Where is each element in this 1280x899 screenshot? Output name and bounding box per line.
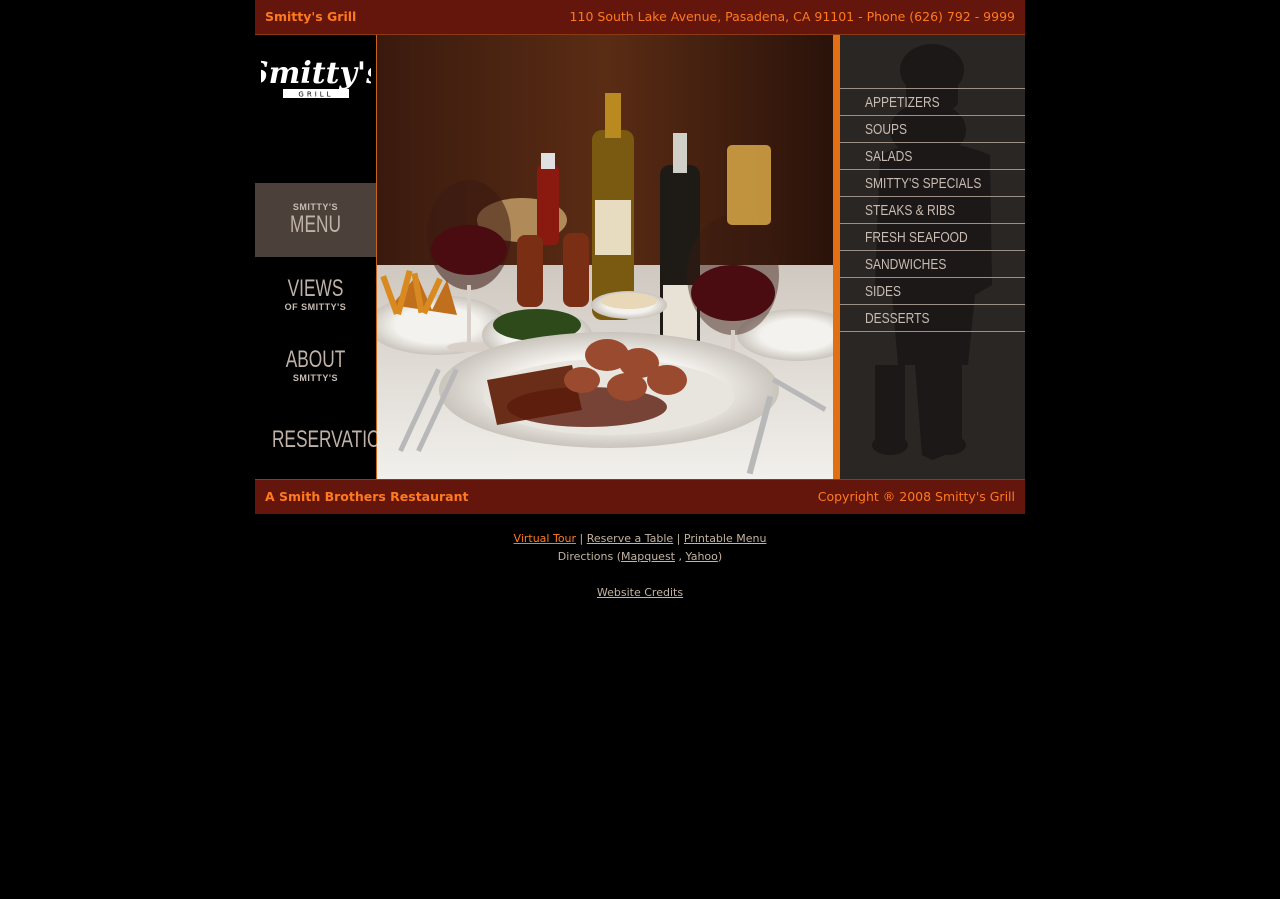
smittys-logo[interactable]: Smitty's GRILL xyxy=(261,45,371,105)
menu-item-label: SALADS xyxy=(865,148,913,165)
menu-item-soups[interactable]: SOUPS xyxy=(840,116,1025,143)
menu-item-label: STEAKS & RIBS xyxy=(865,202,956,219)
directions-row: Directions (Mapquest , Yahoo) xyxy=(0,548,1280,566)
menu-category-list: APPETIZERS SOUPS SALADS SMITTY'S SPECIAL… xyxy=(840,88,1025,332)
menu-item-appetizers[interactable]: APPETIZERS xyxy=(840,89,1025,116)
menu-item-fresh-seafood[interactable]: FRESH SEAFOOD xyxy=(840,224,1025,251)
left-nav: Smitty's GRILL SMITTY'S MENU VIEWS OF SM… xyxy=(255,35,405,479)
menu-item-smittys-specials[interactable]: SMITTY'S SPECIALS xyxy=(840,170,1025,197)
nav-views-big: VIEWS xyxy=(287,275,344,302)
mapquest-link[interactable]: Mapquest xyxy=(621,550,675,563)
logo-sub: GRILL xyxy=(298,91,333,99)
header-bar: Smitty's Grill 110 South Lake Avenue, Pa… xyxy=(255,0,1025,35)
directions-close: ) xyxy=(717,550,723,563)
footer-spacer xyxy=(0,566,1280,584)
restaurant-name: Smitty's Grill xyxy=(265,9,357,24)
food-photo xyxy=(377,35,833,479)
menu-item-steaks-ribs[interactable]: STEAKS & RIBS xyxy=(840,197,1025,224)
menu-item-label: SOUPS xyxy=(865,121,908,138)
menu-panel: APPETIZERS SOUPS SALADS SMITTY'S SPECIAL… xyxy=(840,35,1025,479)
menu-item-desserts[interactable]: DESSERTS xyxy=(840,305,1025,332)
menu-item-label: SANDWICHES xyxy=(865,256,947,273)
nav-reservations-button[interactable]: RESERVATIONS xyxy=(255,405,405,479)
nav-reservations-big: RESERVATIONS xyxy=(271,426,405,453)
address-phone: 110 South Lake Avenue, Pasadena, CA 9110… xyxy=(569,9,1015,24)
menu-item-label: DESSERTS xyxy=(865,310,930,327)
logo-script: Smitty's xyxy=(261,56,371,91)
nav-views-small: OF SMITTY'S xyxy=(284,302,347,312)
footer-bar: A Smith Brothers Restaurant Copyright ® … xyxy=(255,479,1025,514)
nav-about-button[interactable]: ABOUT SMITTY'S xyxy=(255,331,376,405)
nav-menu-big: MENU xyxy=(290,211,341,238)
menu-item-label: FRESH SEAFOOD xyxy=(865,229,968,246)
link-separator: | xyxy=(676,532,681,545)
menu-item-label: SMITTY'S SPECIALS xyxy=(865,175,982,192)
footer-links: Virtual Tour | Reserve a Table | Printab… xyxy=(0,530,1280,602)
main-area: Smitty's GRILL SMITTY'S MENU VIEWS OF SM… xyxy=(255,35,1025,479)
credits-row: Website Credits xyxy=(0,584,1280,602)
link-separator: | xyxy=(579,532,584,545)
website-credits-link[interactable]: Website Credits xyxy=(597,586,683,599)
yahoo-link[interactable]: Yahoo xyxy=(686,550,718,563)
menu-item-salads[interactable]: SALADS xyxy=(840,143,1025,170)
reserve-table-link[interactable]: Reserve a Table xyxy=(587,532,673,545)
nav-about-big: ABOUT xyxy=(285,346,346,373)
copyright: Copyright ® 2008 Smitty's Grill xyxy=(817,489,1015,504)
directions-comma: , xyxy=(678,550,683,563)
footer-tagline: A Smith Brothers Restaurant xyxy=(265,489,469,504)
menu-item-sides[interactable]: SIDES xyxy=(840,278,1025,305)
nav-about-small: SMITTY'S xyxy=(292,373,339,383)
directions-label: Directions ( xyxy=(557,550,622,563)
menu-item-label: APPETIZERS xyxy=(865,94,940,111)
printable-menu-link[interactable]: Printable Menu xyxy=(684,532,767,545)
menu-item-sandwiches[interactable]: SANDWICHES xyxy=(840,251,1025,278)
nav-menu-button[interactable]: SMITTY'S MENU xyxy=(255,183,376,257)
menu-item-label: SIDES xyxy=(865,283,902,300)
footer-links-row: Virtual Tour | Reserve a Table | Printab… xyxy=(0,530,1280,548)
site-container: Smitty's Grill 110 South Lake Avenue, Pa… xyxy=(255,0,1025,514)
nav-views-button[interactable]: VIEWS OF SMITTY'S xyxy=(255,257,376,331)
virtual-tour-link[interactable]: Virtual Tour xyxy=(514,532,577,545)
accent-divider xyxy=(833,35,840,479)
